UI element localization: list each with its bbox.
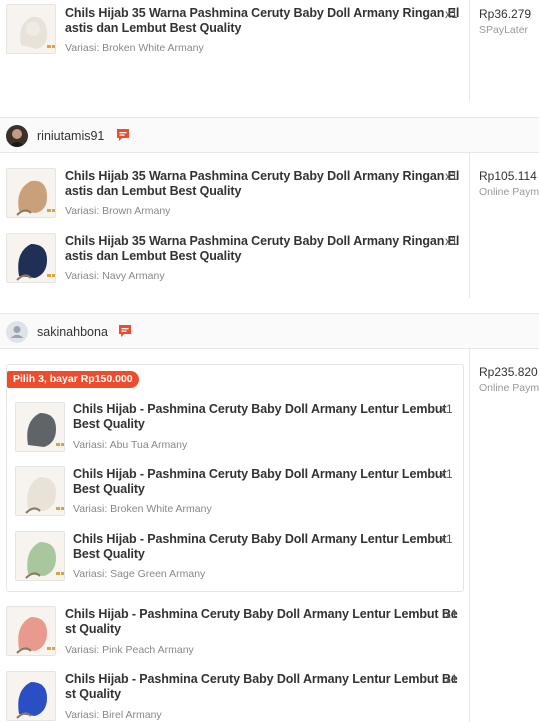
product-title[interactable]: Chils Hijab 35 Warna Pashmina Ceruty Bab… — [65, 234, 459, 249]
shop-header: riniutamis91 — [0, 117, 539, 153]
payment-method: SPayLater — [479, 24, 529, 36]
product-thumbnail[interactable] — [6, 168, 56, 218]
order-item[interactable]: Chils Hijab 35 Warna Pashmina Ceruty Bab… — [0, 0, 468, 60]
quantity: x1 — [440, 467, 453, 481]
product-title[interactable]: Chils Hijab - Pashmina Ceruty Baby Doll … — [73, 532, 447, 547]
shop-avatar[interactable] — [6, 125, 28, 147]
order-price: Rp36.279 — [479, 7, 532, 21]
product-title-cont[interactable]: Best Quality — [73, 547, 145, 562]
product-thumbnail[interactable] — [15, 466, 65, 516]
variant-label: Variasi: Birel Armany — [65, 709, 162, 721]
product-title-cont[interactable]: astis dan Lembut Best Quality — [65, 184, 241, 199]
product-thumbnail[interactable] — [15, 531, 65, 581]
quantity: x1 — [445, 234, 458, 248]
payment-method: Online Paym — [479, 186, 539, 198]
product-title-cont[interactable]: st Quality — [65, 622, 121, 637]
quantity: x1 — [445, 7, 458, 21]
column-divider — [469, 349, 470, 722]
product-thumbnail[interactable] — [6, 233, 56, 283]
quantity: x1 — [440, 532, 453, 546]
order-item[interactable]: Chils Hijab - Pashmina Ceruty Baby Doll … — [0, 463, 468, 523]
order-item[interactable]: Chils Hijab 35 Warna Pashmina Ceruty Bab… — [0, 231, 468, 291]
variant-label: Variasi: Sage Green Armany — [73, 568, 206, 580]
variant-label: Variasi: Broken White Armany — [65, 42, 204, 54]
product-thumbnail[interactable] — [6, 671, 56, 721]
product-title[interactable]: Chils Hijab 35 Warna Pashmina Ceruty Bab… — [65, 6, 459, 21]
variant-label: Variasi: Pink Peach Armany — [65, 644, 194, 656]
variant-label: Variasi: Navy Armany — [65, 270, 165, 282]
order-item[interactable]: Chils Hijab - Pashmina Ceruty Baby Doll … — [0, 603, 468, 663]
product-title[interactable]: Chils Hijab - Pashmina Ceruty Baby Doll … — [65, 672, 458, 687]
chat-icon[interactable] — [116, 128, 130, 142]
order-price: Rp105.114 — [479, 169, 537, 183]
payment-method: Online Paym — [479, 382, 539, 394]
product-title-cont[interactable]: Best Quality — [73, 482, 145, 497]
order-item[interactable]: Chils Hijab - Pashmina Ceruty Baby Doll … — [0, 398, 468, 458]
hijab-image — [7, 607, 55, 655]
product-title-cont[interactable]: astis dan Lembut Best Quality — [65, 249, 241, 264]
product-thumbnail[interactable] — [6, 4, 56, 54]
shop-avatar[interactable] — [6, 321, 28, 343]
hijab-image — [16, 403, 64, 451]
quantity: x1 — [445, 607, 458, 621]
quantity: x1 — [440, 402, 453, 416]
order-item[interactable]: Chils Hijab - Pashmina Ceruty Baby Doll … — [0, 668, 468, 722]
quantity: x1 — [445, 169, 458, 183]
product-title-cont[interactable]: st Quality — [65, 687, 121, 702]
order-item[interactable]: Chils Hijab - Pashmina Ceruty Baby Doll … — [0, 528, 468, 588]
product-title[interactable]: Chils Hijab - Pashmina Ceruty Baby Doll … — [73, 402, 447, 417]
shop-name[interactable]: sakinahbona — [37, 325, 108, 339]
order-price: Rp235.820 — [479, 365, 538, 379]
shop-header: sakinahbona — [0, 313, 539, 349]
product-title[interactable]: Chils Hijab - Pashmina Ceruty Baby Doll … — [65, 607, 458, 622]
product-thumbnail[interactable] — [15, 402, 65, 452]
hijab-image — [16, 532, 64, 580]
hijab-image — [7, 234, 55, 282]
product-title-cont[interactable]: Best Quality — [73, 417, 145, 432]
product-title[interactable]: Chils Hijab 35 Warna Pashmina Ceruty Bab… — [65, 169, 459, 184]
avatar-photo-icon — [6, 125, 28, 147]
variant-label: Variasi: Brown Armany — [65, 205, 171, 217]
product-title-cont[interactable]: astis dan Lembut Best Quality — [65, 21, 241, 36]
product-thumbnail[interactable] — [6, 606, 56, 656]
hijab-image — [7, 169, 55, 217]
order-item[interactable]: Chils Hijab 35 Warna Pashmina Ceruty Bab… — [0, 166, 468, 226]
bundle-promo-badge[interactable]: Pilih 3, bayar Rp150.000 — [7, 371, 139, 388]
column-divider — [469, 0, 470, 101]
hijab-image — [7, 5, 55, 53]
chat-icon[interactable] — [118, 324, 132, 338]
shop-name[interactable]: riniutamis91 — [37, 129, 104, 143]
quantity: x1 — [445, 672, 458, 686]
column-divider — [469, 153, 470, 298]
hijab-image — [16, 467, 64, 515]
default-avatar-icon — [6, 321, 28, 343]
product-title[interactable]: Chils Hijab - Pashmina Ceruty Baby Doll … — [73, 467, 447, 482]
hijab-image — [7, 672, 55, 720]
variant-label: Variasi: Broken White Armany — [73, 503, 212, 515]
variant-label: Variasi: Abu Tua Armany — [73, 439, 188, 451]
